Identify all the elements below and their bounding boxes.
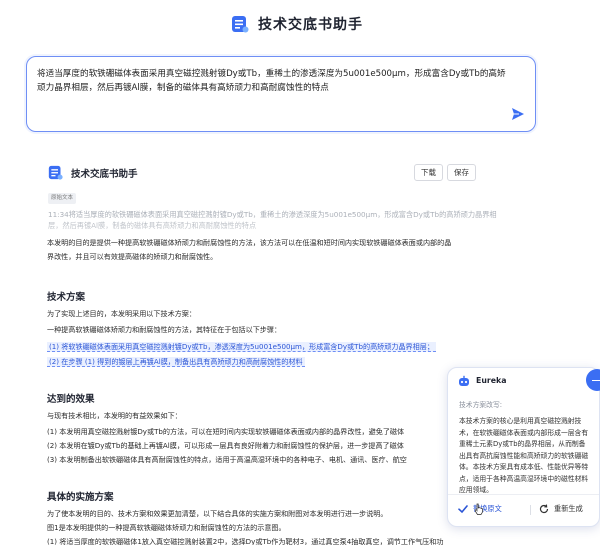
doc-logo-icon xyxy=(48,165,63,180)
effect-line: (3) 本发明制备出软铁硼磁体具有高耐腐蚀性的特点，适用于高温高湿环境中的各种电… xyxy=(47,455,407,464)
section-heading-effect: 达到的效果 xyxy=(47,394,95,405)
replace-original-button[interactable]: 替换原文 xyxy=(458,501,524,517)
eureka-panel: Eureka 技术方案改写: 本技术方案的核心是利用真空磁控溅射技术，在软铁硼磁… xyxy=(447,367,600,527)
impl-line: 为了使本发明的目的、技术方案和效果更加清楚，以下结合具体的实施方案和附图对本发明… xyxy=(47,509,388,518)
highlight-span[interactable]: (2) 在步骤 (1) 得到的镀层上再镀Al膜，制备出具有高矫顽力和高耐腐蚀性的… xyxy=(47,357,305,367)
impl-line: 图1是本发明提供的一种提高软铁硼磁体矫顽力和耐腐蚀性的方法的示意图。 xyxy=(47,523,286,532)
highlight-span[interactable]: (1) 将软铁硼磁体表面采用真空磁控溅射镀Dy或Tb，渗透深度为5u001e50… xyxy=(47,342,436,352)
prompt-text[interactable]: 将适当厚度的软铁硼磁体表面采用真空磁控溅射镀Dy或Tb，重稀土的渗透深度为5u0… xyxy=(37,67,512,95)
check-icon xyxy=(458,505,468,514)
send-icon[interactable] xyxy=(511,107,525,121)
original-text-tag: 原始文本 xyxy=(48,193,77,204)
impl-line: (1) 将适当厚度的软铁硼磁体1放入真空磁控溅射装置2中，选择Dy或Tb作为靶材… xyxy=(47,537,444,545)
effect-line: (2) 本发明在镀Dy或Tb的基础上再镀Al膜，可以形成一层具有良好附着力和耐腐… xyxy=(47,441,404,450)
doc-title: 技术交底书助手 xyxy=(71,169,138,180)
hand-cursor-icon xyxy=(474,503,483,515)
intro-line: 本发明的目的是提供一种提高软铁硼磁体矫顽力和耐腐蚀性的方法，该方法可以在低温和短… xyxy=(47,238,452,247)
effect-line: 与现有技术相比，本发明的有益效果如下： xyxy=(47,411,182,420)
save-button[interactable]: 保存 xyxy=(447,164,476,181)
tech-line: 为了实现上述目的，本发明采用以下技术方案： xyxy=(47,309,196,318)
tech-line: 一种提高软铁硼磁体矫顽力和耐腐蚀性的方法，其特征在于包括以下步骤： xyxy=(47,325,282,334)
app-title: 技术交底书助手 xyxy=(258,17,363,33)
eureka-subtitle: 技术方案改写: xyxy=(459,401,503,409)
download-button[interactable]: 下载 xyxy=(414,164,443,181)
tech-highlight-line[interactable]: (1) 将软铁硼磁体表面采用真空磁控溅射镀Dy或Tb，渗透深度为5u001e50… xyxy=(47,341,436,353)
effect-line: (1) 本发明用真空磁控溅射镀Dy或Tb的方法，可以在短时间内实现软铁硼磁体表面… xyxy=(47,427,405,436)
eureka-title: Eureka xyxy=(476,376,507,385)
divider xyxy=(448,494,599,495)
app-logo-icon xyxy=(232,16,249,33)
divider xyxy=(530,505,531,515)
intro-line: 界改性，并且可以有效提高磁体的矫顽力和耐腐蚀性。 xyxy=(47,252,218,261)
section-heading-tech: 技术方案 xyxy=(47,292,86,303)
refresh-icon xyxy=(539,504,549,514)
eureka-rewrite-text: 本技术方案的核心是利用真空磁控溅射技术，在软铁硼磁体表面或内部形成一层含有重稀土… xyxy=(459,417,589,494)
regenerate-label: 重新生成 xyxy=(554,504,583,513)
app-header: 技术交底书助手 xyxy=(0,0,600,46)
regenerate-button[interactable]: 重新生成 xyxy=(539,501,597,517)
eureka-logo-icon xyxy=(459,375,469,386)
section-heading-impl: 具体的实施方案 xyxy=(47,492,114,503)
tech-highlight-line[interactable]: (2) 在步骤 (1) 得到的镀层上再镀Al膜，制备出具有高矫顽力和高耐腐蚀性的… xyxy=(47,356,305,368)
minimize-icon[interactable] xyxy=(586,369,600,391)
original-text: 11:34将适当厚度的软铁硼磁体表面采用真空磁控溅射镀Dy或Tb，重稀土的渗透深… xyxy=(48,210,497,230)
prompt-input[interactable]: 将适当厚度的软铁硼磁体表面采用真空磁控溅射镀Dy或Tb，重稀土的渗透深度为5u0… xyxy=(26,56,536,132)
